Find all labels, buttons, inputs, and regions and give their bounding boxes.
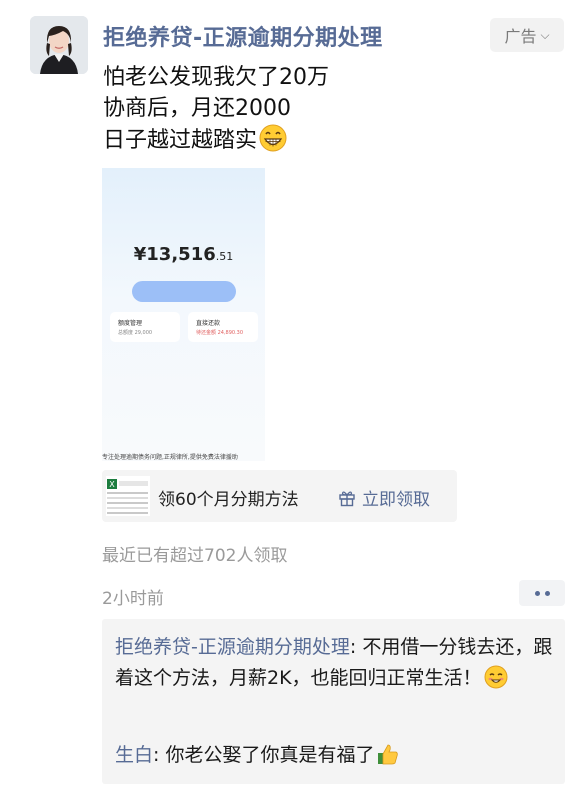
more-options-button[interactable] <box>519 580 565 606</box>
post-time: 2小时前 <box>102 589 164 609</box>
ad-card-sub: 总额度 29,000 <box>118 330 153 336</box>
claim-button-label: 立即领取 <box>362 490 430 510</box>
ad-label-button[interactable]: 广告 ⌵ <box>490 18 564 52</box>
currency-symbol: ¥ <box>133 244 147 265</box>
blushing-face-icon <box>484 665 508 689</box>
gift-icon <box>339 490 355 506</box>
comment-text: 你老公娶了你真是有福了 <box>165 744 375 766</box>
comment-separator: : <box>153 744 166 766</box>
link-card-title: 领60个月分期方法 <box>158 490 299 510</box>
post-line: 日子越过越踏实 <box>103 128 258 153</box>
comment-author[interactable]: 生白 <box>115 744 153 766</box>
ad-action-bar <box>132 281 236 302</box>
post-line: 怕老公发现我欠了20万 <box>103 65 329 90</box>
link-card[interactable]: X 领60个月分期方法 立即领取 <box>102 470 457 522</box>
ad-balance: ¥13,516.51 <box>102 244 265 265</box>
comment-item: 拒绝养贷-正源逾期分期处理: 不用借一分钱去还，跟着这个方法，月薪2K，也能回归… <box>115 632 555 694</box>
post-text: 怕老公发现我欠了20万 协商后，月还2000 日子越过越踏实 <box>103 62 329 156</box>
ad-card-repay: 直接还款 待还金额 24,890.30 <box>188 312 258 342</box>
claim-button[interactable]: 立即领取 <box>338 485 430 510</box>
comment-item: 生白: 你老公娶了你真是有福了 <box>115 740 555 771</box>
ad-caption: 专注处理逾期债务问题,正规律所,提供免费法律援助 <box>102 454 238 461</box>
balance-cents: .51 <box>215 250 234 263</box>
ad-card-sub: 待还金额 24,890.30 <box>196 330 244 336</box>
comment-separator: : <box>349 636 363 658</box>
grinning-face-icon <box>259 124 287 152</box>
comments-section: 拒绝养贷-正源逾期分期处理: 不用借一分钱去还，跟着这个方法，月薪2K，也能回归… <box>102 619 565 784</box>
ad-card-title: 额度管理 <box>118 320 143 327</box>
account-name[interactable]: 拒绝养贷-正源逾期分期处理 <box>103 20 383 52</box>
advertiser-avatar[interactable] <box>30 16 88 74</box>
ad-image[interactable]: ¥13,516.51 额度管理 总额度 29,000 直接还款 待还金额 24,… <box>102 168 265 461</box>
recent-claims-text: 最近已有超过702人领取 <box>102 546 288 566</box>
svg-text:X: X <box>109 480 115 489</box>
thumbs-up-icon <box>378 744 399 765</box>
ad-label-text: 广告 <box>504 27 537 46</box>
ad-card-title: 直接还款 <box>196 320 221 327</box>
ad-card-quota: 额度管理 总额度 29,000 <box>110 312 180 342</box>
comment-author[interactable]: 拒绝养贷-正源逾期分期处理 <box>115 636 350 658</box>
post-line: 协商后，月还2000 <box>103 96 291 121</box>
chevron-down-icon: ⌵ <box>540 27 550 42</box>
balance-amount: 13,516 <box>146 244 216 265</box>
spreadsheet-thumbnail-icon: X <box>106 476 150 516</box>
